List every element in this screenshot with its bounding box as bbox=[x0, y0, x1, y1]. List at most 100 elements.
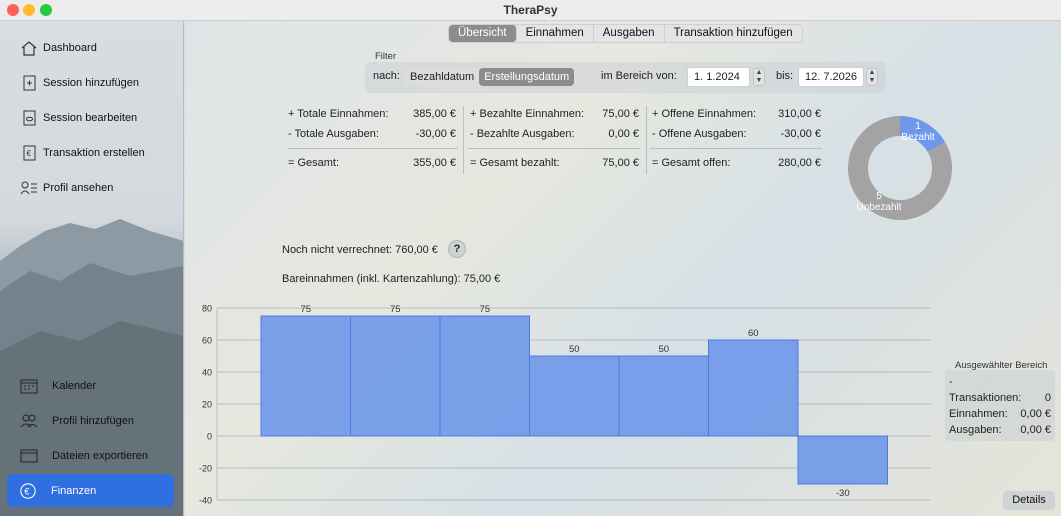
bar[interactable] bbox=[439, 315, 530, 437]
open-income-value: 310,00 € bbox=[778, 108, 821, 120]
divider bbox=[463, 106, 464, 174]
bar-value-label: 75 bbox=[390, 304, 401, 315]
open-sum-label: = Gesamt offen: bbox=[652, 157, 731, 169]
selection-range: - bbox=[949, 376, 953, 388]
date-type-segmented-control: Bezahldatum Erstellungsdatum bbox=[405, 68, 575, 86]
bar-value-label: 60 bbox=[748, 328, 759, 339]
bar-value-label: 75 bbox=[479, 304, 490, 315]
sidebar-item-dateien-exportieren[interactable]: Dateien exportieren bbox=[20, 445, 148, 467]
bar[interactable] bbox=[797, 435, 888, 485]
paid-sum-label: = Gesamt bezahlt: bbox=[470, 157, 560, 169]
svg-text:€: € bbox=[24, 486, 29, 496]
tab-einnahmen[interactable]: Einnahmen bbox=[517, 25, 594, 42]
y-tick-label: -20 bbox=[199, 464, 212, 474]
calendar-icon bbox=[20, 378, 38, 394]
bar-value-label: 50 bbox=[658, 344, 669, 355]
total-sum-label: = Gesamt: bbox=[288, 157, 340, 169]
range-label: im Bereich von: bbox=[601, 70, 677, 82]
paid-expense-value: 0,00 € bbox=[608, 128, 639, 140]
selection-expense-value: 0,00 € bbox=[1020, 424, 1051, 436]
donut-paid-label: 1 Bezahlt bbox=[901, 121, 935, 143]
y-tick-label: 20 bbox=[202, 400, 212, 410]
window-title: TheraPsy bbox=[503, 3, 558, 17]
euro-circle-icon: € bbox=[19, 482, 37, 499]
tab-ausgaben[interactable]: Ausgaben bbox=[594, 25, 665, 42]
sidebar-item-profil-hinzufuegen[interactable]: Profil hinzufügen bbox=[20, 410, 134, 432]
sidebar-item-kalender[interactable]: Kalender bbox=[20, 375, 96, 397]
bar-value-label: 75 bbox=[300, 304, 311, 315]
sidebar-item-profil-ansehen[interactable]: Profil ansehen bbox=[20, 177, 113, 199]
selection-income-label: Einnahmen: bbox=[949, 408, 1008, 420]
person-list-icon bbox=[20, 180, 38, 196]
finance-bar-chart[interactable]: 80 60 40 20 0 -20 -40 75 75 75 50 50 60 -30 bbox=[185, 297, 945, 516]
sidebar-item-label: Session bearbeiten bbox=[43, 112, 138, 124]
sidebar: Dashboard Session hinzufügen Session bea… bbox=[0, 21, 184, 516]
selection-income-value: 0,00 € bbox=[1020, 408, 1051, 420]
selection-transactions-label: Transaktionen: bbox=[949, 392, 1022, 404]
divider bbox=[650, 148, 822, 149]
bar-value-label: -30 bbox=[836, 488, 850, 499]
document-add-icon bbox=[20, 75, 38, 91]
y-tick-label: -40 bbox=[199, 496, 212, 506]
sidebar-item-label: Profil hinzufügen bbox=[52, 415, 134, 427]
sidebar-item-label: Dateien exportieren bbox=[52, 450, 149, 462]
y-tick-label: 0 bbox=[207, 432, 212, 442]
open-income-label: + Offene Einnahmen: bbox=[652, 108, 757, 120]
filter-label: Filter bbox=[375, 51, 397, 62]
y-tick-label: 40 bbox=[202, 368, 212, 378]
sidebar-item-session-bearbeiten[interactable]: Session bearbeiten bbox=[20, 107, 137, 129]
house-icon bbox=[20, 40, 38, 56]
from-date-stepper[interactable]: ▲ ▼ bbox=[753, 68, 765, 86]
people-icon bbox=[20, 413, 38, 429]
mountain-background bbox=[0, 219, 183, 516]
main-content: Übersicht Einnahmen Ausgaben Transaktion… bbox=[185, 21, 1061, 516]
y-tick-label: 60 bbox=[202, 336, 212, 346]
sidebar-item-finanzen[interactable]: € Finanzen bbox=[7, 474, 174, 507]
svg-text:€: € bbox=[27, 149, 32, 158]
paid-income-value: 75,00 € bbox=[602, 108, 639, 120]
total-expense-value: -30,00 € bbox=[415, 128, 456, 140]
total-sum-value: 355,00 € bbox=[413, 157, 456, 169]
cash-income-text: Bareinnahmen (inkl. Kartenzahlung): 75,0… bbox=[282, 273, 501, 285]
segment-erstellungsdatum[interactable]: Erstellungsdatum bbox=[479, 68, 575, 86]
document-edit-icon bbox=[20, 110, 38, 126]
tab-uebersicht[interactable]: Übersicht bbox=[449, 25, 517, 42]
bar[interactable] bbox=[618, 355, 709, 437]
tab-bar: Übersicht Einnahmen Ausgaben Transaktion… bbox=[448, 24, 803, 43]
sidebar-item-label: Dashboard bbox=[43, 42, 97, 54]
filter-panel: nach: Bezahldatum Erstellungsdatum im Be… bbox=[365, 62, 886, 93]
to-date-stepper[interactable]: ▲ ▼ bbox=[866, 68, 878, 86]
bar[interactable] bbox=[708, 339, 799, 437]
total-income-label: + Totale Einnahmen: bbox=[288, 108, 389, 120]
divider bbox=[646, 106, 647, 174]
filter-nach-label: nach: bbox=[373, 70, 400, 82]
y-tick-label: 80 bbox=[202, 304, 212, 314]
bar-value-label: 50 bbox=[569, 344, 580, 355]
sidebar-item-transaktion-erstellen[interactable]: € Transaktion erstellen bbox=[20, 142, 145, 164]
selection-panel: - Transaktionen: 0 Einnahmen: 0,00 € Aus… bbox=[945, 370, 1055, 441]
paid-income-label: + Bezahlte Einnahmen: bbox=[470, 108, 585, 120]
paid-sum-value: 75,00 € bbox=[602, 157, 639, 169]
details-button[interactable]: Details bbox=[1003, 491, 1055, 510]
bar[interactable] bbox=[529, 355, 620, 437]
help-button[interactable]: ? bbox=[448, 240, 466, 258]
segment-bezahldatum[interactable]: Bezahldatum bbox=[405, 68, 479, 86]
open-sum-value: 280,00 € bbox=[778, 157, 821, 169]
sidebar-item-dashboard[interactable]: Dashboard bbox=[20, 37, 97, 59]
sidebar-item-session-hinzufuegen[interactable]: Session hinzufügen bbox=[20, 72, 139, 94]
open-expense-value: -30,00 € bbox=[780, 128, 821, 140]
from-date-field[interactable]: 1. 1.2024 bbox=[687, 67, 750, 87]
bar[interactable] bbox=[260, 315, 351, 437]
paid-expense-label: - Bezahlte Ausgaben: bbox=[470, 128, 575, 140]
selection-expense-label: Ausgaben: bbox=[949, 424, 1002, 436]
bar[interactable] bbox=[350, 315, 441, 437]
to-date-field[interactable]: 12. 7.2026 bbox=[798, 67, 864, 87]
not-billed-text: Noch nicht verrechnet: 760,00 € bbox=[282, 244, 438, 256]
donut-unpaid-label: 5 Unbezahlt bbox=[856, 191, 902, 213]
divider bbox=[288, 148, 458, 149]
title-bar: TheraPsy bbox=[0, 0, 1061, 21]
tab-transaktion-hinzufuegen[interactable]: Transaktion hinzufügen bbox=[665, 25, 802, 42]
to-label: bis: bbox=[776, 70, 794, 82]
selection-transactions-value: 0 bbox=[1044, 392, 1051, 404]
open-expense-label: - Offene Ausgaben: bbox=[652, 128, 747, 140]
